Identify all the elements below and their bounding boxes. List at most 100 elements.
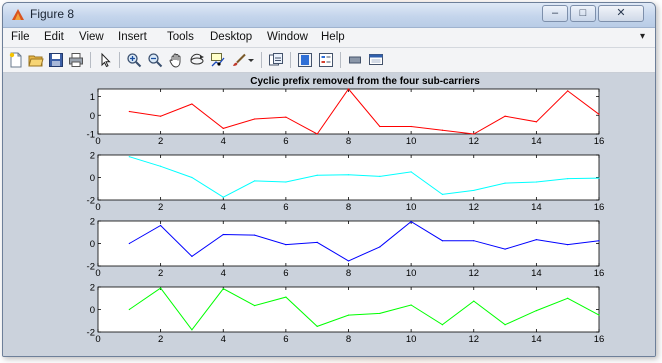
- chart-title: Cyclic prefix removed from the four sub-…: [250, 76, 480, 87]
- data-cursor-icon[interactable]: [209, 51, 227, 69]
- data-point: [191, 176, 193, 179]
- link-plot-icon[interactable]: [267, 51, 285, 69]
- x-tick-label: 4: [221, 136, 226, 147]
- menu-view[interactable]: View: [79, 31, 104, 43]
- data-point: [441, 129, 444, 131]
- data-point: [160, 115, 162, 117]
- data-point: [128, 242, 130, 245]
- data-point: [410, 220, 412, 223]
- window-title: Figure 8: [30, 7, 75, 21]
- data-point: [598, 177, 600, 179]
- data-point: [191, 329, 193, 331]
- data-point: [567, 244, 569, 246]
- data-point: [535, 121, 537, 123]
- rotate-3d-icon[interactable]: [188, 51, 206, 69]
- pointer-icon[interactable]: [96, 51, 114, 69]
- data-point: [473, 240, 475, 242]
- data-point: [567, 90, 569, 92]
- data-point: [160, 224, 162, 227]
- x-tick-label: 16: [594, 334, 605, 345]
- data-point: [285, 244, 287, 246]
- x-tick-label: 16: [594, 202, 605, 213]
- x-tick-label: 2: [158, 334, 163, 345]
- data-point: [379, 125, 381, 128]
- data-point: [128, 110, 130, 113]
- data-point: [567, 178, 569, 180]
- data-point: [160, 287, 162, 289]
- minimize-icon: –: [551, 7, 559, 19]
- close-button[interactable]: ✕: [598, 5, 644, 22]
- data-point: [598, 240, 600, 242]
- data-point: [347, 174, 350, 176]
- pan-icon[interactable]: [167, 51, 185, 69]
- x-tick-label: 4: [221, 334, 226, 345]
- open-file-icon[interactable]: [27, 51, 45, 69]
- data-point: [441, 324, 444, 326]
- new-figure-icon[interactable]: [7, 51, 25, 69]
- menu-edit[interactable]: Edit: [44, 31, 64, 43]
- data-point: [535, 238, 537, 241]
- data-point: [191, 103, 193, 105]
- y-tick-label: -2: [87, 262, 95, 273]
- menu-help[interactable]: Help: [321, 31, 345, 43]
- brush-dropdown-icon[interactable]: [246, 51, 256, 69]
- y-tick-label: 0: [90, 305, 95, 316]
- data-point: [253, 304, 256, 307]
- x-tick-label: 14: [531, 136, 542, 147]
- show-plot-tools-icon[interactable]: [367, 51, 385, 69]
- x-tick-label: 6: [283, 136, 288, 147]
- menu-tools[interactable]: Tools: [167, 31, 194, 43]
- maximize-button[interactable]: □: [570, 5, 596, 22]
- toolbar-separator: [340, 52, 341, 68]
- x-tick-label: 6: [283, 334, 288, 345]
- data-point: [128, 308, 130, 311]
- y-tick-label: 2: [90, 151, 95, 162]
- menu-window[interactable]: Window: [267, 31, 308, 43]
- y-tick-label: 0: [90, 239, 95, 250]
- y-tick-label: -2: [87, 196, 95, 207]
- menu-insert[interactable]: Insert: [118, 31, 147, 43]
- x-tick-label: 8: [346, 334, 351, 345]
- x-tick-label: 14: [531, 268, 542, 279]
- x-tick-label: 4: [221, 202, 226, 213]
- subplot-4: 0 2 4 6 8 10 12 14 16-202: [87, 283, 605, 346]
- subplot-1: 0 2 4 6 8 10 12 14 16-101: [87, 88, 604, 147]
- data-point: [567, 297, 569, 299]
- menu-overflow-icon[interactable]: ▾: [640, 31, 645, 42]
- toolbar-separator: [119, 52, 120, 68]
- data-point: [473, 300, 475, 302]
- toolbar-separator: [90, 52, 91, 68]
- data-point: [379, 175, 381, 177]
- x-tick-label: 10: [406, 136, 417, 147]
- figure-canvas[interactable]: Cyclic prefix removed from the four sub-…: [3, 73, 655, 356]
- menu-desktop[interactable]: Desktop: [210, 31, 252, 43]
- zoom-out-icon[interactable]: [146, 51, 164, 69]
- save-icon[interactable]: [47, 51, 65, 69]
- x-tick-label: 2: [158, 136, 163, 147]
- x-tick-label: 10: [406, 334, 417, 345]
- data-point: [598, 314, 600, 316]
- data-point: [504, 115, 506, 117]
- data-point: [316, 133, 318, 135]
- x-tick-label: 8: [346, 202, 351, 213]
- menu-file[interactable]: File: [11, 31, 30, 43]
- minimize-button[interactable]: –: [542, 5, 568, 22]
- zoom-in-icon[interactable]: [125, 51, 143, 69]
- data-point: [379, 246, 381, 248]
- hide-plot-tools-icon[interactable]: [346, 51, 364, 69]
- colorbar-icon[interactable]: [296, 51, 314, 69]
- x-tick-label: 12: [468, 202, 479, 213]
- legend-icon[interactable]: [317, 51, 335, 69]
- data-point: [347, 260, 350, 262]
- menu-bar: File Edit View Insert Tools Desktop Wind…: [3, 28, 655, 48]
- data-point: [504, 324, 506, 326]
- data-point: [410, 125, 412, 128]
- data-point: [535, 310, 537, 312]
- data-point: [253, 118, 256, 120]
- x-tick-label: 16: [594, 268, 605, 279]
- title-bar[interactable]: Figure 8 – □ ✕: [3, 3, 655, 28]
- subplot-2: 0 2 4 6 8 10 12 14 16-202: [87, 151, 605, 214]
- y-tick-label: 2: [90, 283, 95, 294]
- data-point: [285, 116, 287, 118]
- print-icon[interactable]: [67, 51, 85, 69]
